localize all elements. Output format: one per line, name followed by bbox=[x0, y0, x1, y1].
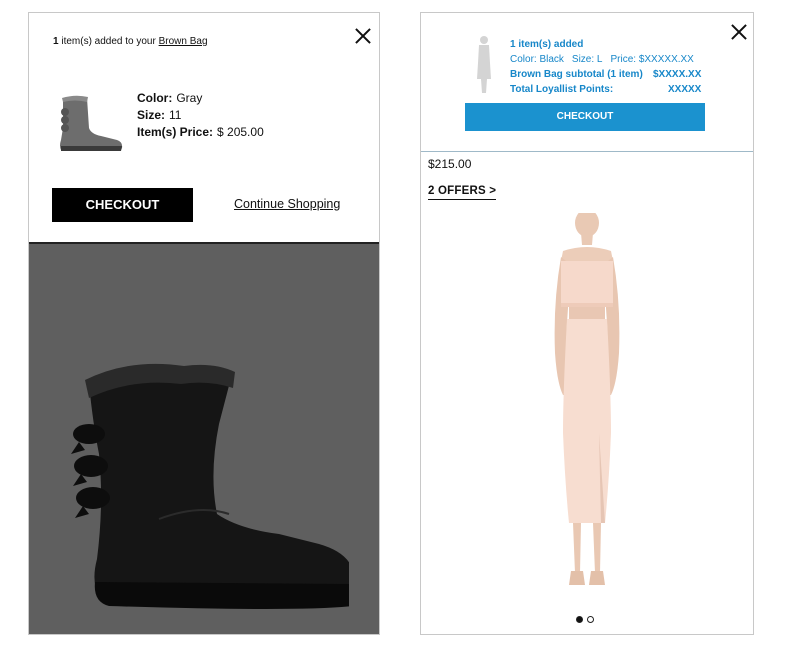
points-value: XXXXX bbox=[668, 84, 702, 95]
product-price: $215.00 bbox=[428, 157, 472, 171]
page-overlay[interactable] bbox=[29, 244, 379, 634]
left-phone-screen: 1 item(s) added to your Brown Bag Color:… bbox=[28, 12, 380, 635]
price-label: Item(s) Price: bbox=[137, 125, 214, 139]
color-label: Color: Black bbox=[510, 54, 564, 65]
color-label: Color: bbox=[137, 91, 173, 105]
subtotal-value: $XXXX.XX bbox=[653, 69, 702, 80]
chevron-right-icon: > bbox=[489, 185, 497, 197]
carousel-dots bbox=[576, 616, 594, 623]
size-value: 11 bbox=[169, 108, 182, 122]
offers-link[interactable]: 2 OFFERS > bbox=[428, 185, 497, 200]
points-label: Total Loyallist Points: bbox=[510, 84, 614, 95]
carousel-dot-1[interactable] bbox=[576, 616, 583, 623]
size-label: Size: bbox=[137, 108, 166, 122]
added-message: 1 item(s) added bbox=[510, 39, 584, 50]
add-to-bag-modal: 1 item(s) added to your Brown Bag Color:… bbox=[29, 13, 379, 244]
checkout-button[interactable]: CHECKOUT bbox=[465, 103, 705, 131]
divider bbox=[421, 151, 753, 152]
continue-shopping-link[interactable]: Continue Shopping bbox=[234, 197, 340, 211]
close-icon[interactable] bbox=[730, 23, 748, 41]
price-label: Price: $XXXXX.XX bbox=[610, 54, 694, 65]
product-details: Color: Gray Size: 11 Item(s) Price: $ 205.0… bbox=[137, 90, 264, 141]
mini-cart-info: 1 item(s) added Color: Black Size: L Price… bbox=[510, 37, 701, 97]
carousel-dot-2[interactable] bbox=[587, 616, 594, 623]
added-message: 1 item(s) added to your Brown Bag bbox=[53, 36, 208, 47]
gray-boot-thumbnail-icon bbox=[60, 95, 123, 151]
black-boot-image-icon bbox=[71, 363, 349, 609]
mini-cart-modal: 1 item(s) added Color: Black Size: L Price… bbox=[421, 13, 753, 151]
model-silhouette-icon bbox=[477, 36, 491, 93]
subtotal-label: Brown Bag subtotal (1 item) bbox=[510, 69, 643, 80]
right-phone-screen: 1 item(s) added Color: Black Size: L Price… bbox=[420, 12, 754, 635]
offers-label: 2 OFFERS bbox=[428, 185, 486, 197]
added-text: item(s) added to your bbox=[58, 36, 159, 47]
close-icon[interactable] bbox=[354, 27, 372, 45]
brown-bag-link[interactable]: Brown Bag bbox=[159, 36, 208, 47]
checkout-button[interactable]: CHECKOUT bbox=[52, 188, 193, 222]
price-value: $ 205.00 bbox=[217, 125, 264, 139]
size-label: Size: L bbox=[571, 54, 603, 65]
color-value: Gray bbox=[176, 91, 203, 105]
model-in-blush-dress-icon[interactable] bbox=[507, 213, 667, 603]
